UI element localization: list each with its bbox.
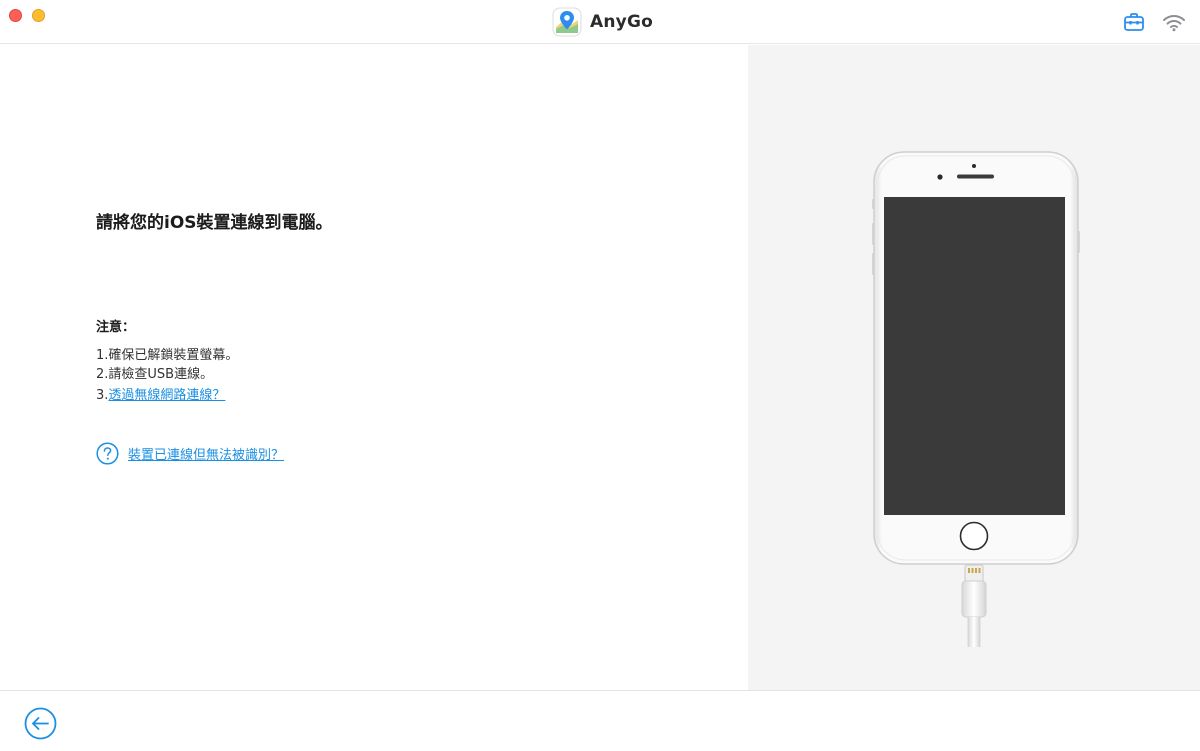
instructions-panel: 請將您的iOS裝置連線到電腦。 注意： 1.確保已解鎖裝置螢幕。 2.請檢查US…	[0, 45, 748, 690]
app-window: AnyGo 請將您的iOS裝置連線到電腦。 注意： 1.確保已解鎖裝置螢幕。 2…	[0, 0, 1200, 751]
note-item-wifi: 3.透過無線網路連線？	[96, 384, 225, 403]
note-item-usb: 2.請檢查USB連線。	[96, 367, 214, 382]
help-row[interactable]: 裝置已連線但無法被識別？	[96, 441, 284, 465]
footer-bar	[0, 690, 1200, 751]
toolbox-icon[interactable]	[1123, 11, 1145, 33]
wifi-icon[interactable]	[1162, 11, 1186, 33]
minimize-window-button[interactable]	[32, 9, 45, 22]
note-item-wifi-prefix: 3.	[96, 388, 109, 403]
app-title: AnyGo	[590, 12, 653, 32]
illustration-panel	[748, 45, 1200, 690]
app-title-group: AnyGo	[552, 6, 653, 38]
iphone-with-lightning-cable-icon	[872, 151, 1080, 647]
question-circle-icon	[96, 441, 119, 465]
note-item-unlock: 1.確保已解鎖裝置螢幕。	[96, 348, 239, 363]
title-bar: AnyGo	[0, 0, 1200, 44]
device-not-recognized-link[interactable]: 裝置已連線但無法被識別？	[128, 444, 284, 463]
back-arrow-icon[interactable]	[24, 707, 57, 740]
anygo-logo-icon	[552, 7, 582, 37]
close-window-button[interactable]	[9, 9, 22, 22]
note-title: 注意：	[96, 320, 136, 335]
wifi-connect-link[interactable]: 透過無線網路連線？	[108, 388, 225, 403]
page-title: 請將您的iOS裝置連線到電腦。	[96, 213, 333, 233]
